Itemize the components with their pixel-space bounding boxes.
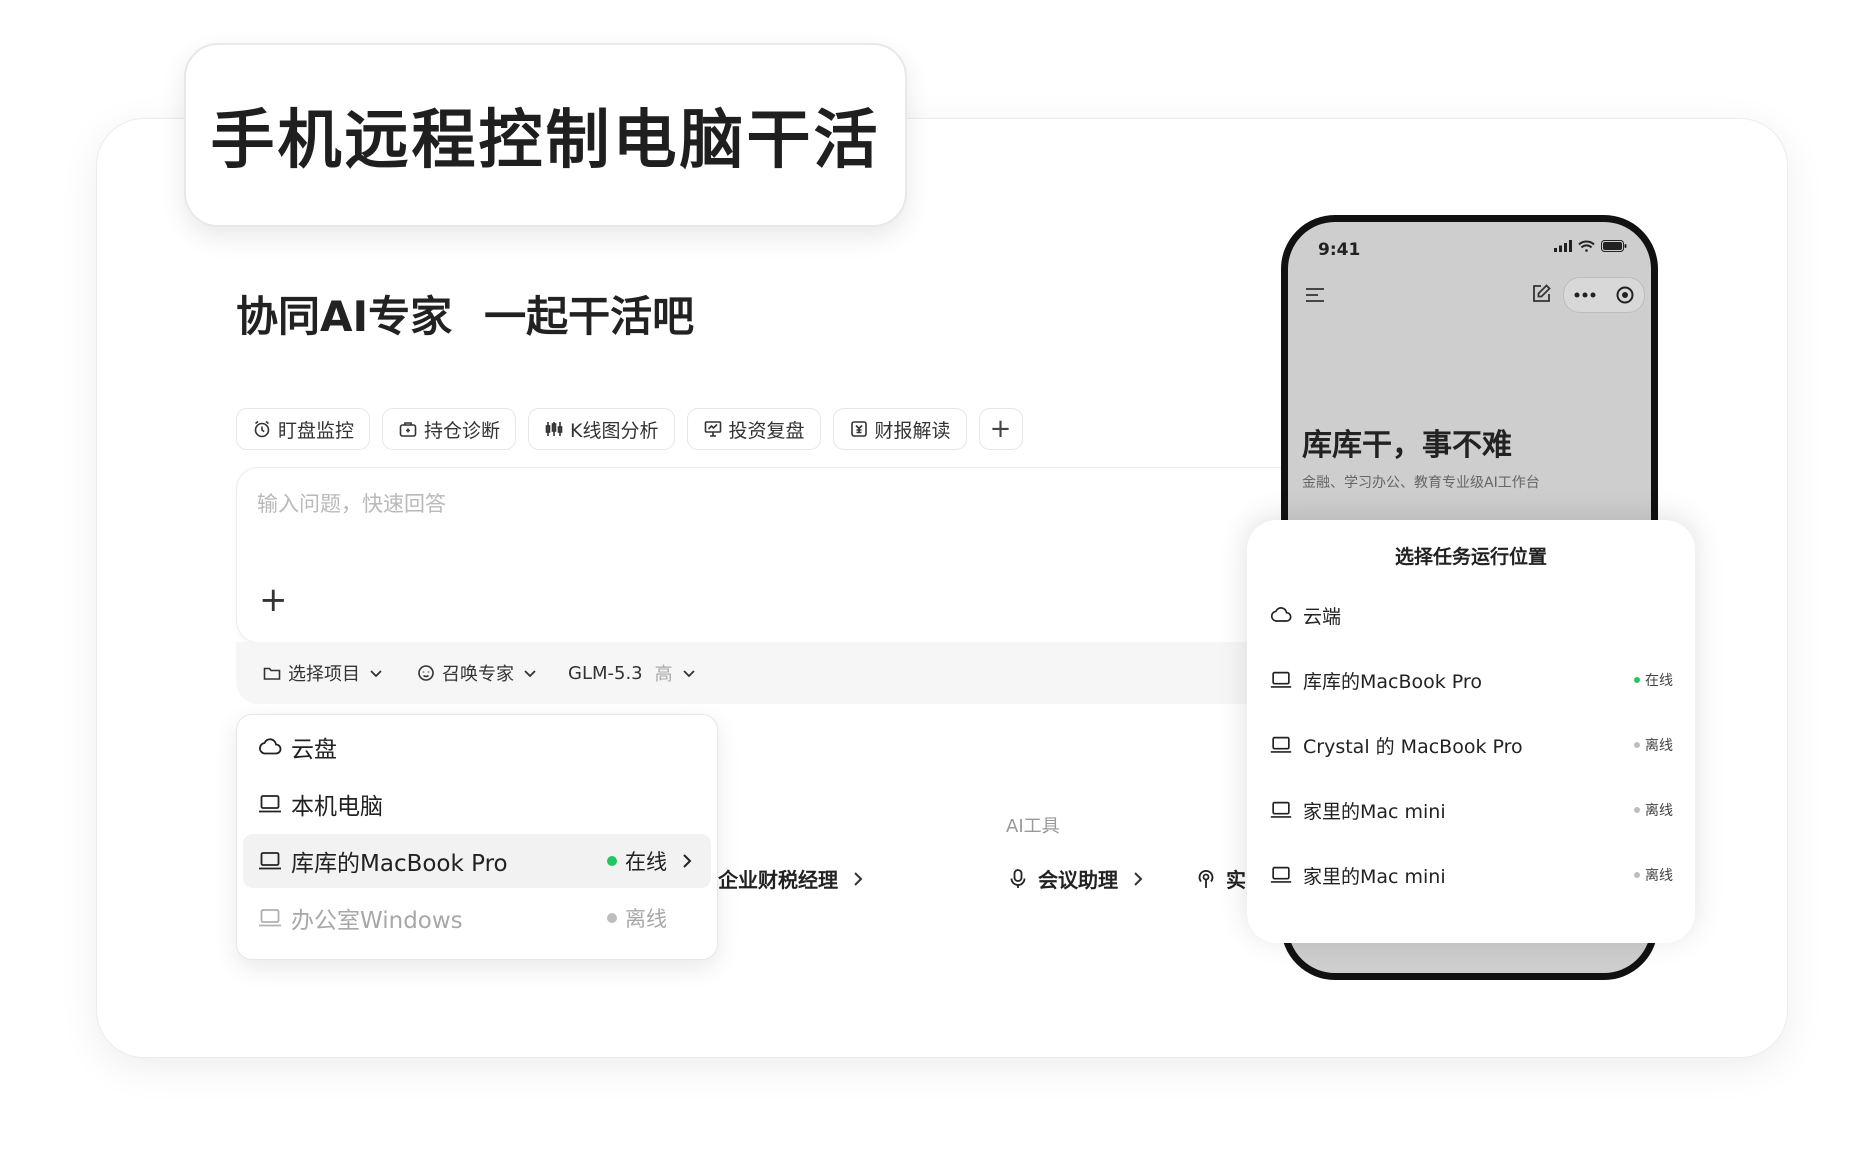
cloud-icon <box>259 738 282 755</box>
attach-plus-button[interactable]: + <box>259 580 288 620</box>
status-badge: 离线 <box>607 903 667 933</box>
laptop-icon <box>259 852 281 870</box>
battery-icon <box>1601 240 1627 252</box>
chip-report-analysis[interactable]: 财报解读 <box>832 408 967 450</box>
chevron-down-icon <box>683 670 695 678</box>
chevron-down-icon <box>370 670 382 678</box>
phone-headline: 库库干，事不难 <box>1302 428 1512 463</box>
hero-title: 手机远程控制电脑干活 <box>210 104 881 178</box>
summon-expert-button[interactable]: 召唤专家 <box>416 660 540 686</box>
chevron-right-icon <box>1134 871 1143 886</box>
edit-icon[interactable] <box>1529 282 1553 306</box>
alarm-clock-icon <box>254 420 270 438</box>
cloud-icon <box>1270 607 1292 622</box>
offline-dot <box>1634 807 1640 813</box>
question-input-placeholder[interactable]: 输入问题，快速回答 <box>257 488 446 518</box>
report-icon <box>850 421 867 437</box>
online-dot <box>1634 677 1640 683</box>
chevron-right-icon <box>683 854 692 868</box>
question-input-box[interactable]: 输入问题，快速回答 + <box>236 467 1297 643</box>
folder-icon <box>263 667 281 680</box>
sheet-option-crystal-macbook[interactable]: Crystal 的 MacBook Pro 离线 <box>1269 725 1673 765</box>
ai-tools-label: AI工具 <box>1006 816 1060 837</box>
tool-link-truncated[interactable]: 实 <box>1194 864 1246 893</box>
select-project-button[interactable]: 选择项目 <box>262 660 386 686</box>
menu-icon[interactable] <box>1302 282 1328 308</box>
sheet-option-macbook-pro[interactable]: 库库的MacBook Pro 在线 <box>1269 660 1673 700</box>
more-icon[interactable] <box>1574 291 1596 299</box>
expert-face-icon <box>418 665 434 681</box>
tool-link-meeting-assistant[interactable]: 会议助理 <box>1006 864 1150 893</box>
chip-holdings-diagnosis[interactable]: 持仓诊断 <box>382 408 517 450</box>
laptop-icon <box>1270 736 1292 753</box>
chart-board-icon <box>704 421 721 437</box>
run-location-sheet: 选择任务运行位置 云端 库库的MacBook Pro 在线 Crystal 的 … <box>1247 520 1695 943</box>
sheet-option-cloud[interactable]: 云端 <box>1269 595 1673 635</box>
chevron-right-icon <box>854 871 863 886</box>
close-target-icon[interactable] <box>1615 285 1635 305</box>
plus-icon: + <box>989 414 1012 444</box>
chip-kline-analysis[interactable]: K线图分析 <box>528 408 675 450</box>
offline-dot <box>1634 742 1640 748</box>
laptop-icon <box>1270 671 1292 688</box>
chevron-down-icon <box>524 670 536 678</box>
tool-link-tax-manager[interactable]: 企业财税经理 <box>718 864 870 893</box>
sheet-title: 选择任务运行位置 <box>1394 546 1547 568</box>
mini-program-capsule[interactable] <box>1563 277 1645 313</box>
chip-watch-market[interactable]: 盯盘监控 <box>236 408 371 450</box>
headline: 协同AI专家 一起干活吧 <box>236 292 695 341</box>
sheet-option-home-mac-mini[interactable]: 家里的Mac mini 离线 <box>1269 790 1673 830</box>
sheet-option-home-mac-mini-2[interactable]: 家里的Mac mini 离线 <box>1269 855 1673 895</box>
signal-icon <box>1554 240 1572 252</box>
online-dot <box>607 856 617 866</box>
phone-subtitle: 金融、学习办公、教育专业级AI工作台 <box>1302 475 1540 491</box>
hero-title-card: 手机远程控制电脑干活 <box>184 43 907 227</box>
status-badge: 在线 <box>607 846 667 876</box>
status-badge: 离线 <box>1634 865 1673 885</box>
quick-chip-row: 盯盘监控 持仓诊断 K线图分析 投资复盘 财报解读 + <box>236 408 1023 450</box>
location-option-cloud-disk[interactable]: 云盘 <box>243 720 711 774</box>
status-badge: 离线 <box>1634 735 1673 755</box>
status-badge: 离线 <box>1634 800 1673 820</box>
chip-add-button[interactable]: + <box>978 408 1023 450</box>
microphone-icon <box>1010 868 1026 888</box>
laptop-icon <box>259 909 281 927</box>
location-option-office-windows[interactable]: 办公室Windows 离线 <box>243 891 711 945</box>
broadcast-icon <box>1198 869 1214 888</box>
offline-dot <box>1634 872 1640 878</box>
model-select-button[interactable]: GLM-5.3 高 <box>568 660 699 686</box>
laptop-icon <box>1270 801 1292 818</box>
laptop-icon <box>259 795 281 813</box>
phone-status-icons <box>1554 240 1627 252</box>
location-dropdown: 云盘 本机电脑 库库的MacBook Pro 在线 办公室Windows 离线 <box>236 714 718 960</box>
status-badge: 在线 <box>1634 670 1673 690</box>
offline-dot <box>607 913 617 923</box>
laptop-icon <box>1270 866 1292 883</box>
wifi-icon <box>1578 240 1595 252</box>
candlestick-icon <box>545 422 563 436</box>
location-option-this-computer[interactable]: 本机电脑 <box>243 777 711 831</box>
composer-toolbar: 选择项目 召唤专家 GLM-5.3 高 <box>236 642 1296 704</box>
phone-time: 9:41 <box>1318 240 1361 260</box>
location-option-macbook-pro[interactable]: 库库的MacBook Pro 在线 <box>243 834 711 888</box>
chip-investment-review[interactable]: 投资复盘 <box>686 408 821 450</box>
briefcase-icon <box>399 422 417 437</box>
